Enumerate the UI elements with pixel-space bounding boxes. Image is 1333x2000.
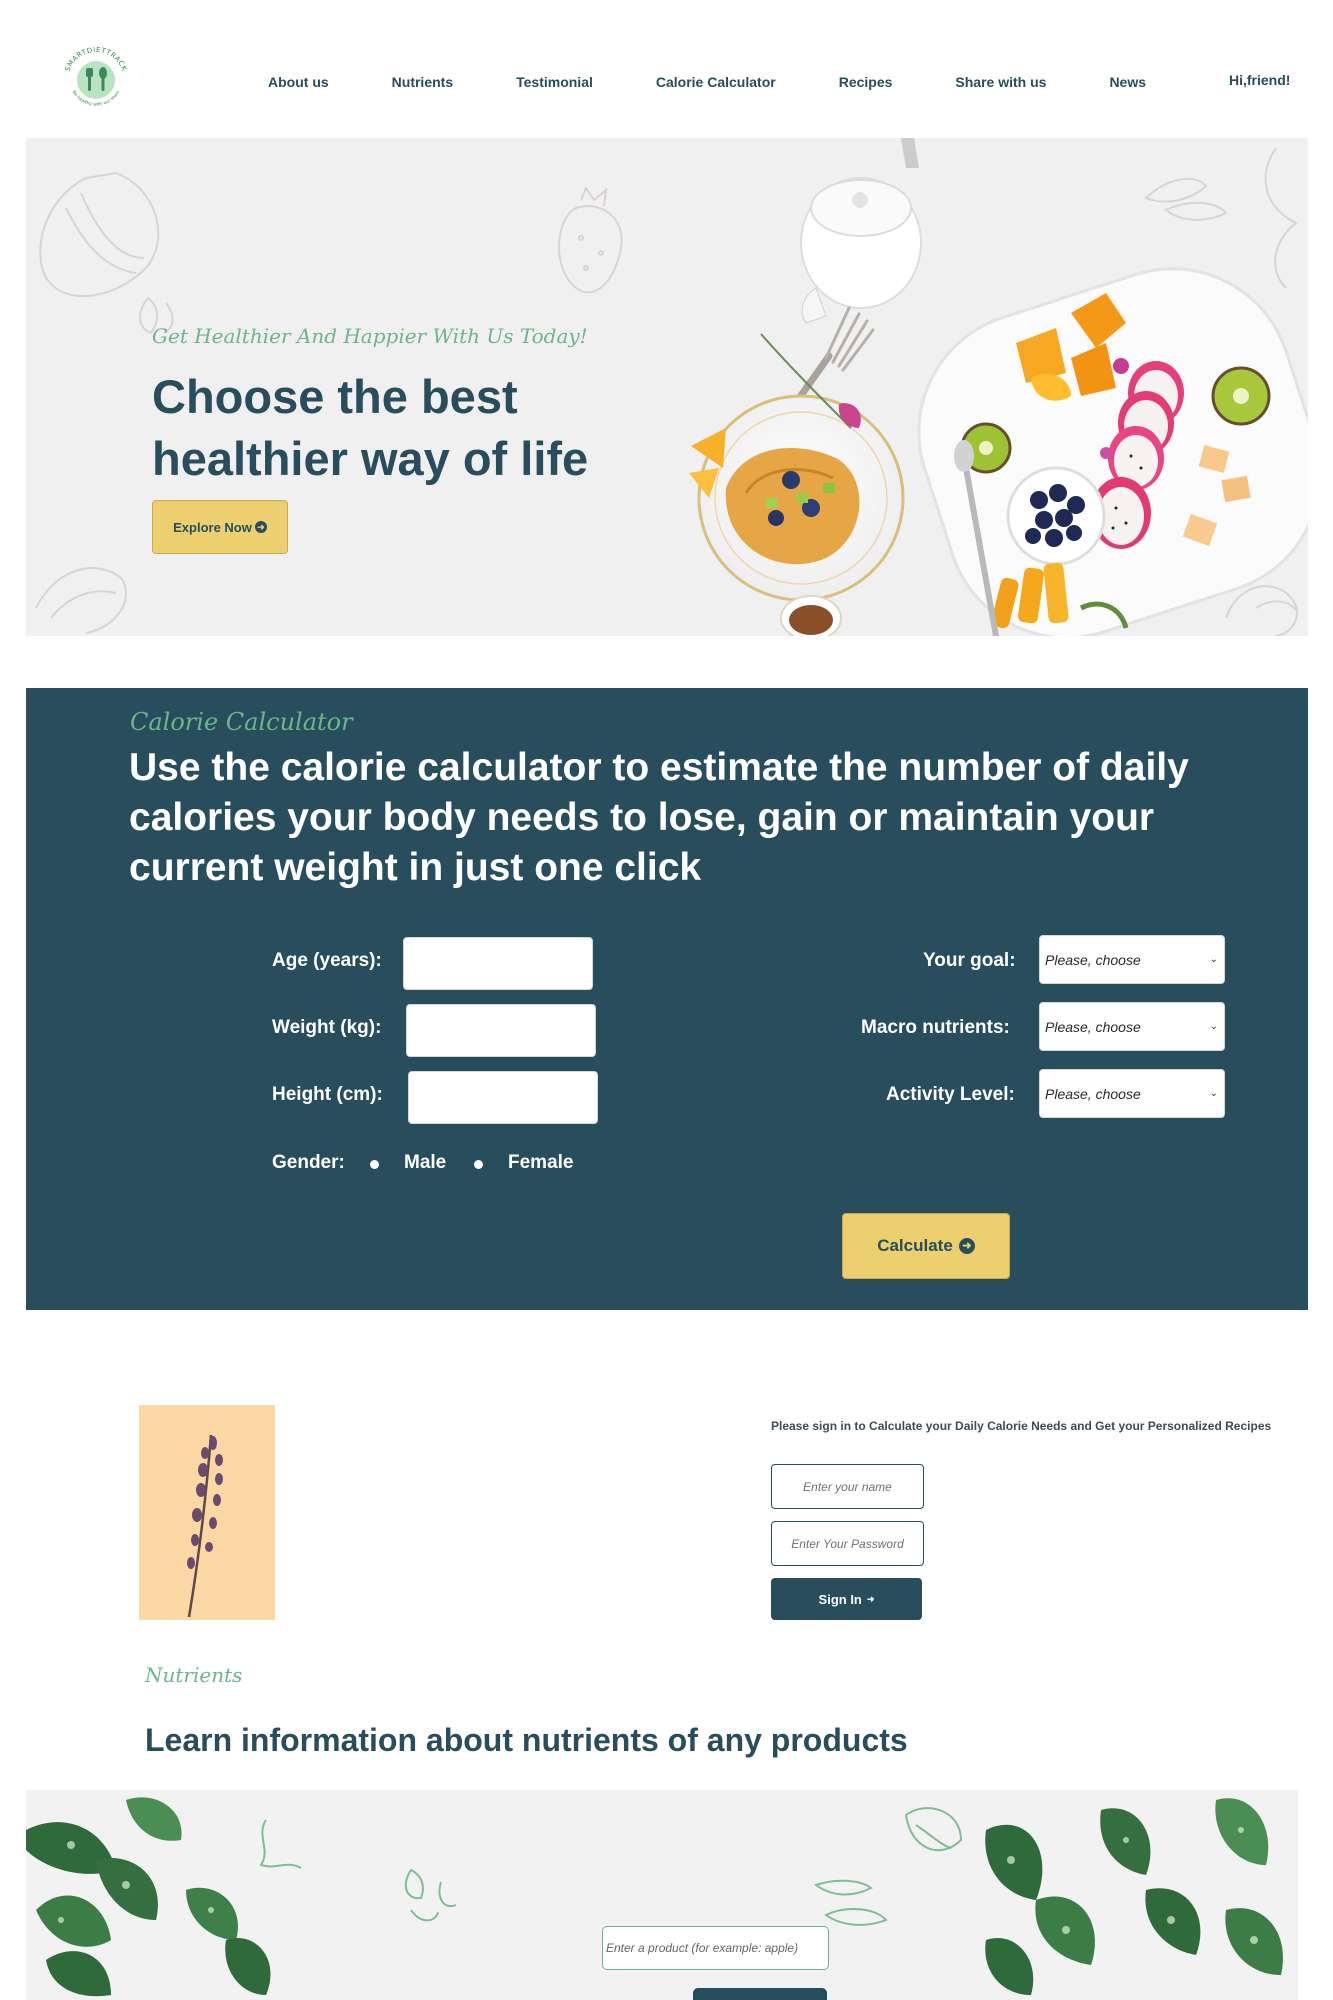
macro-label: Macro nutrients:: [861, 1017, 1010, 1038]
nutrients-tag: Nutrients: [145, 1663, 243, 1687]
calculate-label: Calculate: [877, 1236, 953, 1255]
gender-male-radio[interactable]: [370, 1160, 379, 1169]
explore-now-button[interactable]: Explore Now ➜: [152, 500, 288, 554]
product-search-button[interactable]: [693, 1988, 827, 2000]
calculator-title: Use the calorie calculator to estimate t…: [129, 746, 1189, 889]
calorie-calculator-section: Calorie Calculator Use the calorie calcu…: [26, 688, 1308, 1310]
gender-female-radio[interactable]: [474, 1160, 483, 1169]
nav-calorie-calculator[interactable]: Calorie Calculator: [656, 74, 776, 90]
logo-icon[interactable]: SMARTDIETTRACK Be healthy with our team: [58, 42, 134, 118]
height-label: Height (cm):: [272, 1084, 383, 1105]
nav-testimonial[interactable]: Testimonial: [516, 74, 593, 90]
sign-in-button[interactable]: Sign In ➜: [771, 1578, 922, 1620]
arrow-right-icon: ➜: [254, 521, 267, 533]
goal-label: Your goal:: [923, 950, 1016, 971]
activity-select[interactable]: Please, choose ⌄: [1039, 1069, 1225, 1118]
goal-select-value: Please, choose: [1045, 951, 1141, 968]
arrow-right-icon: ➜: [958, 1238, 975, 1254]
activity-label: Activity Level:: [886, 1084, 1015, 1105]
product-search-input[interactable]: Enter a product (for example: apple): [602, 1926, 829, 1970]
nav-news[interactable]: News: [1109, 74, 1146, 90]
hero-tagline: Get Healthier And Happier With Us Today!: [152, 324, 588, 348]
name-input[interactable]: Enter your name: [771, 1464, 924, 1509]
hero-food-image: [689, 138, 1308, 636]
chevron-down-icon: ⌄: [1209, 954, 1218, 965]
nutrients-banner: Enter a product (for example: apple): [26, 1790, 1298, 2000]
activity-select-value: Please, choose: [1045, 1085, 1141, 1102]
calculate-button[interactable]: Calculate ➜: [842, 1213, 1010, 1279]
macro-select[interactable]: Please, choose ⌄: [1039, 1002, 1225, 1051]
nav-nutrients[interactable]: Nutrients: [392, 74, 453, 90]
goal-select[interactable]: Please, choose ⌄: [1039, 935, 1225, 984]
explore-now-label: Explore Now: [173, 519, 252, 535]
dried-flower-image: [139, 1405, 275, 1620]
nav-about-us[interactable]: About us: [268, 74, 329, 90]
nav-share-with-us[interactable]: Share with us: [955, 74, 1046, 90]
chevron-down-icon: ⌄: [1209, 1088, 1218, 1099]
weight-label: Weight (kg):: [272, 1017, 382, 1038]
age-input[interactable]: [403, 937, 593, 990]
weight-input[interactable]: [406, 1004, 596, 1057]
signin-heading: Please sign in to Calculate your Daily C…: [771, 1419, 1272, 1433]
age-label: Age (years):: [272, 950, 382, 971]
sign-in-label: Sign In: [818, 1591, 862, 1607]
gender-label: Gender:: [272, 1152, 345, 1173]
macro-select-value: Please, choose: [1045, 1018, 1141, 1035]
hero-title: Choose the best healthier way of life: [152, 370, 589, 485]
nutrients-title: Learn information about nutrients of any…: [145, 1722, 908, 1758]
password-input[interactable]: Enter Your Password: [771, 1521, 924, 1566]
nav-recipes[interactable]: Recipes: [839, 74, 893, 90]
gender-female-label[interactable]: Female: [508, 1152, 573, 1174]
main-nav: About us Nutrients Testimonial Calorie C…: [268, 74, 1209, 90]
hero-section: Get Healthier And Happier With Us Today!…: [26, 138, 1308, 636]
chevron-down-icon: ⌄: [1209, 1021, 1218, 1032]
gender-male-label[interactable]: Male: [404, 1152, 446, 1174]
arrow-right-icon: ➜: [866, 1593, 875, 1604]
user-greeting[interactable]: Hi,friend!: [1229, 72, 1290, 88]
site-header: SMARTDIETTRACK Be healthy with our team …: [0, 0, 1333, 138]
height-input[interactable]: [408, 1071, 598, 1124]
calculator-tag: Calorie Calculator: [130, 708, 353, 736]
